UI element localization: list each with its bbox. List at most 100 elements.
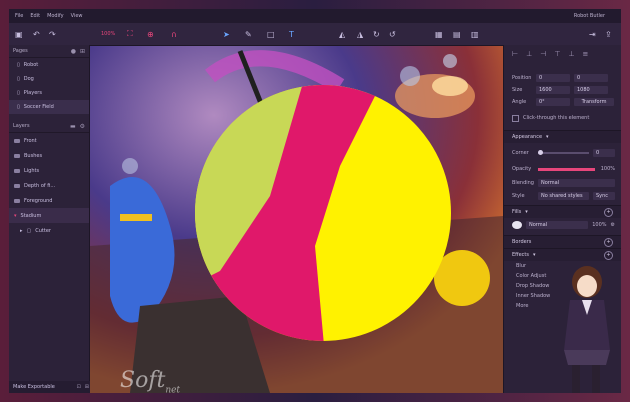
fit-icon[interactable]: ⛶	[127, 28, 133, 40]
angle-field[interactable]: 0°	[536, 98, 570, 106]
align-icon[interactable]: ▤	[453, 28, 461, 40]
trash-icon[interactable]: ▬	[70, 123, 76, 130]
redo-icon[interactable]: ↷	[49, 28, 56, 40]
select-tool-icon[interactable]: ➤	[223, 28, 230, 40]
layer-item[interactable]: Front	[9, 133, 89, 148]
effect-item-more[interactable]: More	[516, 301, 528, 311]
effect-item-drop-shadow[interactable]: Drop Shadow	[516, 281, 549, 291]
corner-label: Corner	[512, 150, 529, 156]
canvas[interactable]: Softnet	[90, 46, 503, 393]
align-right-icon[interactable]: ⊣	[540, 50, 546, 58]
text-tool-icon[interactable]: T	[289, 28, 294, 40]
page-item[interactable]: ▯ Players	[9, 86, 89, 100]
blending-select[interactable]: Normal	[538, 179, 615, 187]
distribute-icon[interactable]: ≡	[583, 50, 589, 58]
transform-button[interactable]: Transform	[574, 98, 614, 106]
appearance-label: Appearance	[512, 134, 543, 140]
page-label: Soccer Field	[23, 104, 54, 110]
folder-icon	[14, 138, 20, 143]
click-through-row[interactable]: Click-through this element	[512, 113, 615, 123]
appearance-section[interactable]: Appearance ▾	[504, 130, 621, 143]
fill-mode-select[interactable]: Normal	[526, 221, 589, 229]
magnet-icon[interactable]: ∩	[171, 28, 177, 40]
effect-item-blur[interactable]: Blur	[516, 261, 526, 271]
toggle-icon[interactable]: ●	[71, 48, 76, 55]
slice-icon[interactable]: ⊡	[77, 384, 81, 390]
layer-item-selected[interactable]: ▾ Stadium	[9, 208, 89, 223]
zoom-level[interactable]: 100%	[101, 28, 115, 40]
size-h-field[interactable]: 1080	[574, 86, 608, 94]
layer-item[interactable]: Foreground	[9, 193, 89, 208]
inspector-panel: ⊢ ⊥ ⊣ ⊤ ⊥ ≡ Position 0 0 Size 1600 1080 …	[503, 45, 621, 393]
page-item-selected[interactable]: ▯ Soccer Field	[9, 100, 89, 114]
effect-item-color-adjust[interactable]: Color Adjust	[516, 271, 546, 281]
undo-icon[interactable]: ↶	[33, 28, 40, 40]
menu-file[interactable]: File	[15, 13, 23, 19]
layer-label: Lights	[24, 167, 40, 174]
click-through-checkbox[interactable]	[512, 114, 519, 122]
position-y-field[interactable]: 0	[574, 74, 608, 82]
share-icon[interactable]: ⇪	[605, 28, 612, 40]
layer-shape-icon: ▢	[26, 227, 32, 234]
menu-view[interactable]: View	[71, 13, 83, 19]
add-page-icon[interactable]: ⊞	[80, 48, 85, 55]
grid-icon[interactable]: ▦	[435, 28, 443, 40]
fill-row: Normal 100% ⚙	[512, 220, 615, 230]
borders-section[interactable]: Borders +	[504, 235, 621, 248]
page-item[interactable]: ▯ Dog	[9, 72, 89, 86]
align-center-icon[interactable]: ⊥	[526, 50, 532, 58]
stadium-light-core	[432, 76, 468, 96]
ruler-icon[interactable]: ▥	[471, 28, 479, 40]
add-effect-icon[interactable]: +	[604, 250, 613, 260]
fill-opacity[interactable]: 100%	[592, 222, 606, 228]
corner-slider[interactable]	[538, 150, 589, 155]
size-w-field[interactable]: 1600	[536, 86, 570, 94]
menu-modify[interactable]: Modify	[47, 13, 64, 19]
export-icon[interactable]: ⇥	[589, 28, 596, 40]
effect-item-inner-shadow[interactable]: Inner Shadow	[516, 291, 550, 301]
borders-label: Borders	[512, 239, 532, 245]
fills-section[interactable]: Fills ▾ +	[504, 205, 621, 218]
collapse-arrow-icon[interactable]: ▸	[20, 228, 23, 234]
page-item[interactable]: ▯ Robot	[9, 58, 89, 72]
expand-arrow-icon[interactable]: ▾	[14, 213, 17, 219]
position-x-field[interactable]: 0	[536, 74, 570, 82]
pen-tool-icon[interactable]: ✎	[245, 28, 252, 40]
layer-item[interactable]: ▸ ▢ Cutter	[9, 223, 89, 238]
opacity-row: Opacity 100%	[512, 164, 615, 174]
chevron-down-icon: ▾	[546, 134, 549, 140]
rotate-ccw-icon[interactable]: ↺	[389, 28, 396, 40]
fill-settings-icon[interactable]: ⚙	[611, 222, 615, 228]
corner-field[interactable]: 0	[593, 149, 615, 157]
make-exportable-label: Make Exportable	[13, 384, 55, 390]
save-icon[interactable]: ▣	[15, 28, 23, 40]
blending-label: Blending	[512, 180, 534, 186]
export-settings-icon[interactable]: ⊞	[85, 384, 89, 390]
layer-options-icon[interactable]: ⚙	[80, 123, 85, 130]
rotate-icon[interactable]: ↻	[373, 28, 380, 40]
add-border-icon[interactable]: +	[604, 237, 613, 247]
boolean-icon[interactable]: ◭	[339, 28, 345, 40]
make-exportable-bar[interactable]: Make Exportable ⊡ ⊞	[9, 381, 93, 393]
add-fill-icon[interactable]: +	[604, 207, 613, 217]
align-middle-icon[interactable]: ⊥	[568, 50, 574, 58]
menu-bar: File Edit Modify View Robot Butler	[9, 9, 621, 23]
layer-item[interactable]: Depth of fi...	[9, 178, 89, 193]
opacity-slider[interactable]	[538, 167, 595, 171]
target-icon[interactable]: ⊕	[147, 28, 154, 40]
layer-label: Foreground	[24, 197, 53, 204]
style-select[interactable]: No shared styles	[538, 192, 589, 200]
sync-button[interactable]: Sync	[593, 192, 615, 200]
position-label: Position	[512, 75, 532, 81]
folder-icon	[14, 198, 20, 203]
fill-swatch[interactable]	[512, 221, 522, 229]
layer-item[interactable]: Bushes	[9, 148, 89, 163]
layer-item[interactable]: Lights	[9, 163, 89, 178]
chevron-down-icon: ▾	[525, 209, 528, 215]
menu-edit[interactable]: Edit	[30, 13, 40, 19]
effects-label: Effects	[512, 252, 529, 258]
flip-icon[interactable]: ◮	[357, 28, 363, 40]
align-left-icon[interactable]: ⊢	[512, 50, 518, 58]
align-top-icon[interactable]: ⊤	[554, 50, 560, 58]
shape-tool-icon[interactable]: □	[267, 28, 275, 40]
